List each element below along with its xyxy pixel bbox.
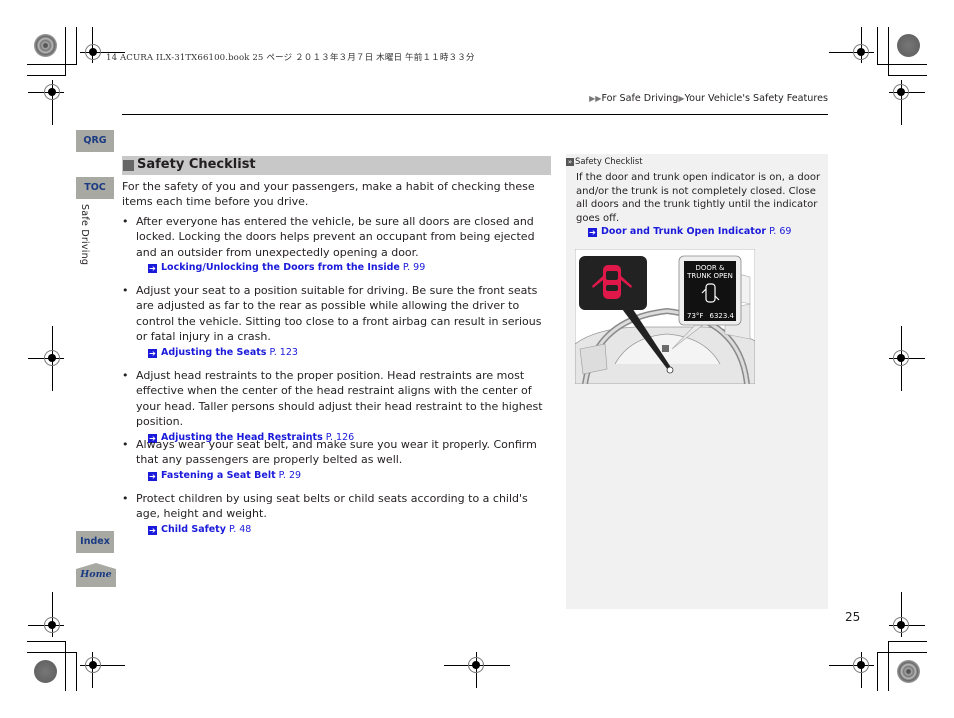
display-line-2: TRUNK OPEN [686,272,733,280]
gray-registration-disc [34,660,57,683]
section-marker-icon [123,160,134,171]
note-marker-icon: » [566,158,574,166]
checklist-item: • Always wear your seat belt, and make s… [122,437,554,483]
link-arrow-icon: ➔ [148,264,157,274]
cross-reference-link[interactable]: ➔ Child Safety P. 48 [148,523,554,537]
cross-reference-link[interactable]: ➔ Locking/Unlocking the Doors from the In… [148,261,554,275]
link-arrow-icon: ➔ [588,228,597,238]
checklist-item-text: Adjust head restraints to the proper pos… [136,369,543,429]
breadcrumb: ▶▶For Safe Driving▶Your Vehicle's Safety… [589,93,828,104]
color-registration-disc [34,34,57,57]
bullet-icon: • [122,284,129,297]
dashboard-illustration: DOOR & TRUNK OPEN 73°F 6323.4 [575,249,755,384]
toc-tab[interactable]: TOC [76,177,114,199]
intro-paragraph: For the safety of you and your passenger… [122,180,535,209]
checklist-item: • Adjust your seat to a position suitabl… [122,283,554,360]
home-tab-label: Home [80,569,112,580]
breadcrumb-arrow-icon: ▶▶ [589,94,602,103]
gray-registration-disc [897,34,920,57]
qrg-tab[interactable]: QRG [76,130,114,152]
breadcrumb-item[interactable]: Your Vehicle's Safety Features [684,93,828,104]
note-text: If the door and trunk open indicator is … [576,172,822,239]
bullet-icon: • [122,369,129,382]
checklist-item-text: Adjust your seat to a position suitable … [136,284,542,344]
bullet-icon: • [122,215,129,228]
color-registration-disc [897,660,920,683]
print-header: 14 ACURA ILX-31TX66100.book 25 ページ ２０１３年… [106,53,475,63]
index-tab[interactable]: Index [76,531,114,553]
bullet-icon: • [122,492,129,505]
link-arrow-icon: ➔ [148,471,157,481]
link-arrow-icon: ➔ [148,348,157,358]
checklist-item: • After everyone has entered the vehicle… [122,214,554,275]
display-odometer: 6323.4 [710,312,735,320]
checklist-item: • Protect children by using seat belts o… [122,491,554,537]
note-heading: » Safety Checklist [566,156,643,166]
cross-reference-link[interactable]: ➔ Adjusting the Seats P. 123 [148,346,554,360]
home-tab[interactable]: Home [76,563,116,587]
breadcrumb-item[interactable]: For Safe Driving [601,93,678,104]
display-temperature: 73°F [687,312,703,320]
checklist-item: • Adjust head restraints to the proper p… [122,368,554,445]
cross-reference-link[interactable]: ➔ Fastening a Seat Belt P. 29 [148,469,554,483]
checklist-item-text: Always wear your seat belt, and make sur… [136,438,537,467]
chapter-label: Safe Driving [79,204,90,266]
section-heading: Safety Checklist [122,156,551,175]
page-number: 25 [845,610,861,624]
bullet-icon: • [122,438,129,451]
dashboard-drawing: DOOR & TRUNK OPEN 73°F 6323.4 [575,249,755,384]
section-title: Safety Checklist [137,157,256,172]
checklist-item-text: After everyone has entered the vehicle, … [136,215,535,259]
cross-reference-link[interactable]: ➔ Door and Trunk Open Indicator P. 69 [588,225,822,239]
display-line-1: DOOR & [696,264,725,272]
header-rule [122,114,828,116]
link-arrow-icon: ➔ [148,525,157,535]
checklist-item-text: Protect children by using seat belts or … [136,492,528,521]
